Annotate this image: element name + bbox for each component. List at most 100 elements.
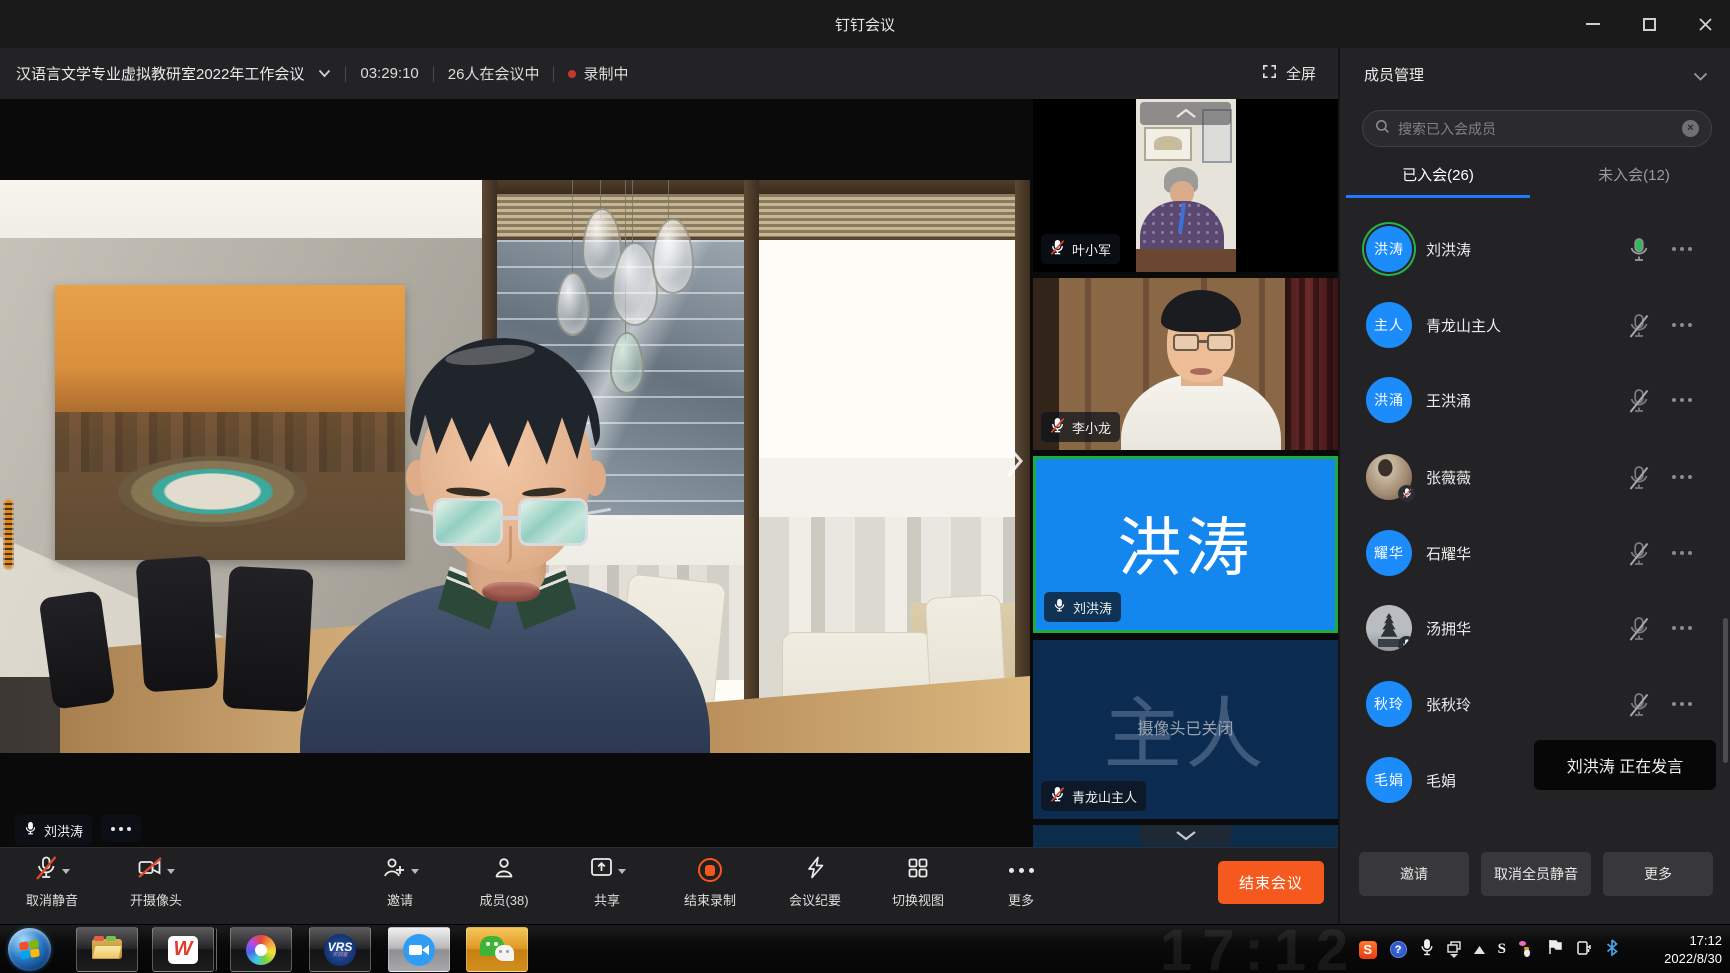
invite-button[interactable]: 邀请: [348, 856, 452, 909]
member-row[interactable]: 主人 青龙山主人: [1340, 287, 1730, 363]
tab-joined[interactable]: 已入会(26): [1340, 152, 1536, 198]
unmute-all-button[interactable]: 取消全员静音: [1481, 852, 1591, 896]
bluetooth-icon[interactable]: [1606, 939, 1618, 961]
taskbar-vrs-button[interactable]: VRS实训室: [309, 927, 371, 972]
mic-active-icon[interactable]: [1628, 237, 1650, 261]
dropdown-caret-icon[interactable]: [618, 869, 626, 874]
thumbnail-label: 刘洪涛: [1044, 592, 1121, 622]
thumbnail-liuhongtao-speaking[interactable]: 洪涛 刘洪涛: [1033, 456, 1338, 633]
member-more-button[interactable]: [1672, 247, 1676, 251]
fullscreen-button[interactable]: 全屏: [1261, 48, 1316, 99]
sogou-input-icon[interactable]: S: [1359, 941, 1377, 959]
vrs-app-icon: VRS实训室: [324, 934, 356, 966]
device-eject-icon[interactable]: [1576, 939, 1593, 961]
member-tabs: 已入会(26) 未入会(12): [1340, 152, 1730, 198]
member-more-button[interactable]: [1672, 398, 1676, 402]
member-row[interactable]: 秋玲 张秋玲: [1340, 666, 1730, 742]
share-screen-icon: [589, 855, 614, 885]
maximize-button[interactable]: [1636, 12, 1662, 36]
dingtalk-meeting-window: 钉钉会议 汉语言文学专业虚拟教研室2022年工作会议 03:29:10 26人在…: [0, 0, 1730, 973]
member-name: 石耀华: [1426, 543, 1471, 564]
panel-scrollbar[interactable]: [1723, 618, 1728, 763]
thumbnail-lixiaolong[interactable]: 李小龙: [1033, 278, 1338, 450]
qq-penguin-icon[interactable]: [1519, 941, 1534, 958]
collapse-thumbnails-button[interactable]: [1140, 102, 1231, 125]
clear-search-icon[interactable]: ×: [1682, 120, 1699, 137]
end-meeting-button[interactable]: 结束会议: [1218, 861, 1324, 904]
member-row[interactable]: 洪涛 刘洪涛: [1340, 211, 1730, 287]
meeting-title-chevron-icon[interactable]: [318, 65, 331, 83]
dropdown-caret-icon[interactable]: [167, 869, 175, 874]
members-button[interactable]: 成员(38): [452, 856, 556, 909]
taskbar-wps-button[interactable]: W: [152, 927, 214, 972]
taskbar-wechat-button[interactable]: [466, 927, 528, 972]
thumbnail-partial: [1033, 825, 1338, 847]
member-more-button[interactable]: [1672, 551, 1676, 555]
taskbar-browser-button[interactable]: [230, 927, 292, 972]
invite-footer-button[interactable]: 邀请: [1359, 852, 1469, 896]
member-more-button[interactable]: [1672, 323, 1676, 327]
meeting-toolbar: 取消静音 开摄像头 邀请 成员(38): [0, 847, 1338, 924]
tile-display-name: 洪涛: [1036, 497, 1335, 589]
show-hidden-icons-arrow[interactable]: [1474, 941, 1485, 959]
close-button[interactable]: [1692, 12, 1718, 36]
member-more-button[interactable]: [1672, 626, 1676, 630]
more-footer-button[interactable]: 更多: [1603, 852, 1713, 896]
grid-view-icon: [906, 856, 930, 885]
mic-muted-icon[interactable]: [1628, 541, 1650, 565]
switch-view-button[interactable]: 切换视图: [866, 856, 970, 909]
panel-collapse-chevron-icon[interactable]: [1693, 68, 1708, 86]
browser-pinwheel-icon: [246, 935, 276, 965]
thumbnail-yexiaojun[interactable]: 叶小军: [1033, 99, 1338, 272]
microphone-tray-icon[interactable]: [1420, 938, 1434, 962]
fullscreen-icon: [1261, 63, 1278, 85]
thumbnail-qinglongshan[interactable]: 主人 摄像头已关闭 青龙山主人: [1033, 640, 1338, 819]
ime-windows-icon[interactable]: [1447, 941, 1461, 958]
search-input[interactable]: [1398, 121, 1674, 137]
dropdown-caret-icon[interactable]: [411, 869, 419, 874]
minimize-button[interactable]: [1580, 12, 1606, 36]
mic-muted-icon[interactable]: [1628, 465, 1650, 489]
taskbar-clock[interactable]: 17:12 2022/8/30: [1664, 932, 1722, 967]
member-row[interactable]: 耀华 石耀华: [1340, 515, 1730, 591]
mic-muted-icon[interactable]: [1628, 616, 1650, 640]
action-center-flag-icon[interactable]: [1547, 939, 1563, 960]
meeting-minutes-button[interactable]: 会议纪要: [763, 856, 867, 909]
member-more-button[interactable]: [1672, 702, 1676, 706]
video-stage: 刘洪涛 叶小军: [0, 99, 1338, 847]
main-video[interactable]: [0, 180, 1030, 753]
stop-recording-button[interactable]: 结束录制: [658, 856, 762, 909]
s-tray-icon[interactable]: S: [1498, 941, 1506, 958]
dropdown-caret-icon[interactable]: [62, 869, 70, 874]
start-button[interactable]: [8, 928, 51, 971]
panel-footer: 邀请 取消全员静音 更多: [1340, 852, 1730, 896]
taskbar-meeting-button[interactable]: [388, 927, 450, 972]
avatar: 洪涛: [1366, 226, 1412, 272]
member-row[interactable]: 汤拥华: [1340, 590, 1730, 666]
member-row[interactable]: 张薇薇: [1340, 439, 1730, 515]
mic-muted-icon[interactable]: [1628, 388, 1650, 412]
tab-not-joined[interactable]: 未入会(12): [1536, 152, 1730, 198]
speaker-more-button[interactable]: [101, 815, 141, 842]
share-screen-button[interactable]: 共享: [555, 856, 659, 909]
meeting-duration: 03:29:10: [360, 65, 418, 82]
more-button[interactable]: 更多: [969, 856, 1073, 909]
member-more-button[interactable]: [1672, 475, 1676, 479]
mic-muted-icon[interactable]: [1628, 692, 1650, 716]
camera-muted-icon: [137, 856, 163, 885]
participant-count[interactable]: 26人在会议中: [448, 63, 540, 84]
member-row[interactable]: 洪涌 王洪涌: [1340, 362, 1730, 438]
taskbar-explorer-button[interactable]: [76, 927, 138, 972]
more-dots-icon: [1009, 868, 1014, 873]
mic-muted-icon: [1050, 786, 1065, 806]
expand-thumbnails-button[interactable]: [1140, 825, 1231, 845]
unmute-button[interactable]: 取消静音: [0, 856, 104, 909]
member-search-box[interactable]: ×: [1362, 110, 1712, 147]
member-name: 毛娟: [1426, 770, 1456, 791]
help-tray-icon[interactable]: ?: [1390, 941, 1407, 958]
camera-on-button[interactable]: 开摄像头: [104, 856, 208, 909]
next-page-chevron-icon[interactable]: [1002, 439, 1028, 483]
speaking-tooltip: 刘洪涛 正在发言: [1534, 740, 1716, 790]
mic-muted-icon[interactable]: [1628, 313, 1650, 337]
thumbnail-strip: 叶小军: [1033, 99, 1338, 847]
